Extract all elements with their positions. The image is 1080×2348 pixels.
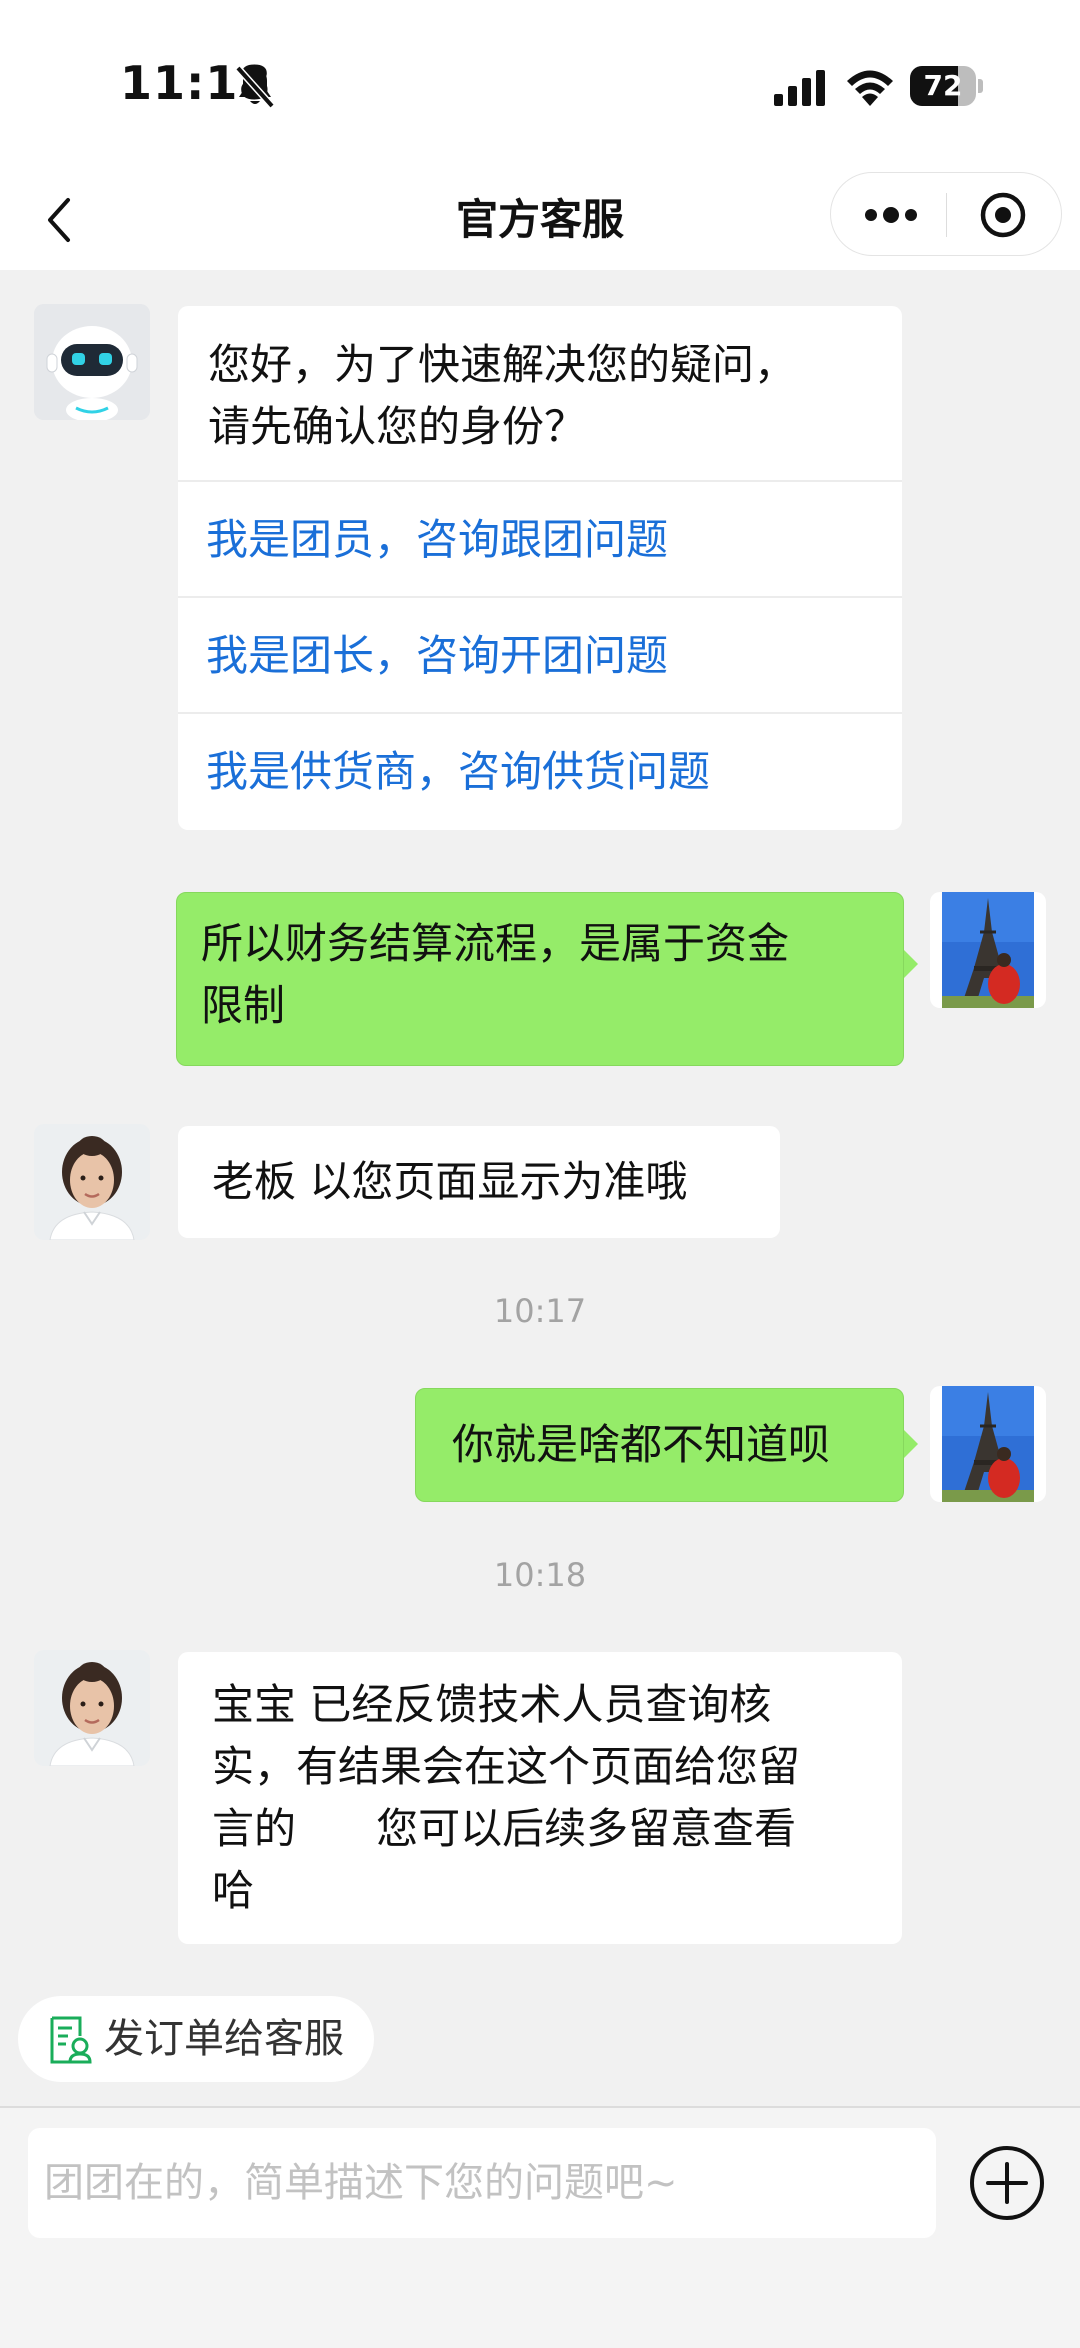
message-line: 实，有结果会在这个页面给您留 (212, 1742, 801, 1791)
order-document-icon (50, 2016, 92, 2064)
timestamp: 10:17 (493, 1292, 587, 1330)
agent-photo (34, 1124, 150, 1240)
signal-icon (774, 70, 825, 106)
option-supplier[interactable]: 我是供货商，咨询供货问题 (178, 712, 902, 828)
chat-area[interactable]: 您好，为了快速解决您的疑问， 请先确认您的身份？ 我是团员，咨询跟团问题 我是团… (0, 270, 1080, 2100)
timestamp: 10:18 (493, 1556, 587, 1594)
input-bar (0, 2106, 1080, 2348)
identity-menu-card: 您好，为了快速解决您的疑问， 请先确认您的身份？ 我是团员，咨询跟团问题 我是团… (178, 306, 902, 830)
message-input[interactable] (28, 2128, 936, 2238)
mini-program-capsule (830, 172, 1062, 256)
bell-muted-icon (235, 65, 275, 109)
capsule-divider (946, 193, 947, 237)
more-icon[interactable] (861, 201, 921, 229)
agent-avatar (34, 1650, 150, 1766)
mini-program-close-icon[interactable] (979, 191, 1027, 239)
bubble-tail (904, 950, 918, 978)
status-bar: 11:18 72 (0, 0, 1080, 170)
send-order-label: 发订单给客服 (104, 2016, 344, 2062)
eiffel-tower-photo (930, 1386, 1046, 1502)
outgoing-message: 你就是啥都不知道呗 (415, 1388, 904, 1502)
nav-bar: 官方客服 (0, 170, 1080, 270)
send-order-button[interactable]: 发订单给客服 (18, 1996, 374, 2082)
battery-level: 72 (923, 69, 963, 102)
option-member[interactable]: 我是团员，咨询跟团问题 (178, 480, 902, 596)
message-line: 限制 (201, 981, 286, 1030)
greeting-line: 请先确认您的身份？ (208, 402, 587, 451)
robot-icon (34, 304, 150, 420)
bubble-tail (904, 1430, 918, 1458)
plus-icon[interactable] (968, 2144, 1046, 2222)
greeting-line: 您好，为了快速解决您的疑问， (208, 340, 797, 389)
bot-avatar (34, 304, 150, 420)
user-avatar[interactable] (930, 892, 1046, 1008)
incoming-message: 宝宝 已经反馈技术人员查询核 实，有结果会在这个页面给您留 言的 您可以后续多留… (178, 1652, 902, 1944)
message-line: 哈 (212, 1866, 255, 1915)
message-line: 所以财务结算流程，是属于资金 (201, 919, 790, 968)
menu-greeting: 您好，为了快速解决您的疑问， 请先确认您的身份？ (208, 334, 888, 458)
option-leader[interactable]: 我是团长，咨询开团问题 (178, 596, 902, 712)
battery-icon: 72 (910, 66, 984, 106)
wifi-icon (847, 70, 893, 106)
eiffel-tower-photo (930, 892, 1046, 1008)
incoming-message: 老板 以您页面显示为准哦 (178, 1126, 780, 1238)
outgoing-message: 所以财务结算流程，是属于资金 限制 (176, 892, 904, 1066)
agent-photo (34, 1650, 150, 1766)
message-line: 言的 您可以后续多留意查看 (212, 1804, 797, 1853)
agent-avatar (34, 1124, 150, 1240)
user-avatar[interactable] (930, 1386, 1046, 1502)
message-line: 宝宝 已经反馈技术人员查询核 (212, 1680, 772, 1729)
